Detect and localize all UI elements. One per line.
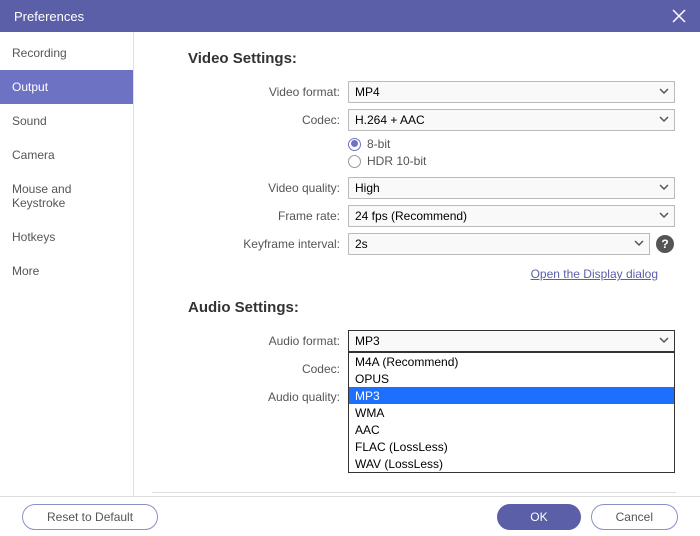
titlebar: Preferences: [0, 0, 700, 32]
sidebar-item-mouse-keystroke[interactable]: Mouse and Keystroke: [0, 172, 133, 220]
close-icon[interactable]: [672, 9, 686, 23]
dropdown-option-flac[interactable]: FLAC (LossLess): [349, 438, 674, 455]
audio-quality-label: Audio quality:: [188, 390, 348, 404]
dropdown-option-aac[interactable]: AAC: [349, 421, 674, 438]
sidebar-item-sound[interactable]: Sound: [0, 104, 133, 138]
video-quality-label: Video quality:: [188, 181, 348, 195]
sidebar: Recording Output Sound Camera Mouse and …: [0, 32, 134, 496]
display-dialog-link[interactable]: Open the Display dialog: [531, 267, 658, 281]
dropdown-option-opus[interactable]: OPUS: [349, 370, 674, 387]
help-icon[interactable]: ?: [656, 235, 674, 253]
sidebar-item-more[interactable]: More: [0, 254, 133, 288]
video-quality-select[interactable]: [348, 177, 675, 199]
main-panel: Video Settings: Video format: Codec: 8-b…: [134, 32, 700, 496]
video-settings-title: Video Settings:: [188, 50, 676, 67]
ok-button[interactable]: OK: [497, 504, 580, 530]
radio-icon: [348, 155, 361, 168]
video-format-select[interactable]: [348, 81, 675, 103]
dropdown-option-wma[interactable]: WMA: [349, 404, 674, 421]
audio-format-label: Audio format:: [188, 334, 348, 348]
audio-settings-title: Audio Settings:: [188, 299, 676, 316]
audio-format-select[interactable]: [348, 330, 675, 352]
audio-format-dropdown: M4A (Recommend) OPUS MP3 WMA AAC FLAC (L…: [348, 352, 675, 473]
reset-button[interactable]: Reset to Default: [22, 504, 158, 530]
sidebar-item-output[interactable]: Output: [0, 70, 133, 104]
dropdown-option-wav[interactable]: WAV (LossLess): [349, 455, 674, 472]
dropdown-option-mp3[interactable]: MP3: [349, 387, 674, 404]
video-format-label: Video format:: [188, 85, 348, 99]
codec-select[interactable]: [348, 109, 675, 131]
cancel-button[interactable]: Cancel: [591, 504, 678, 530]
audio-codec-label: Codec:: [188, 362, 348, 376]
footer: Reset to Default OK Cancel: [0, 496, 700, 536]
frame-rate-select[interactable]: [348, 205, 675, 227]
sidebar-item-camera[interactable]: Camera: [0, 138, 133, 172]
radio-icon: [348, 138, 361, 151]
radio-hdr[interactable]: HDR 10-bit: [348, 154, 676, 168]
sidebar-item-hotkeys[interactable]: Hotkeys: [0, 220, 133, 254]
keyframe-select[interactable]: [348, 233, 650, 255]
radio-8bit[interactable]: 8-bit: [348, 137, 676, 151]
dropdown-option-m4a[interactable]: M4A (Recommend): [349, 353, 674, 370]
sidebar-item-recording[interactable]: Recording: [0, 36, 133, 70]
frame-rate-label: Frame rate:: [188, 209, 348, 223]
keyframe-label: Keyframe interval:: [188, 237, 348, 251]
codec-label: Codec:: [188, 113, 348, 127]
window-title: Preferences: [14, 9, 84, 24]
